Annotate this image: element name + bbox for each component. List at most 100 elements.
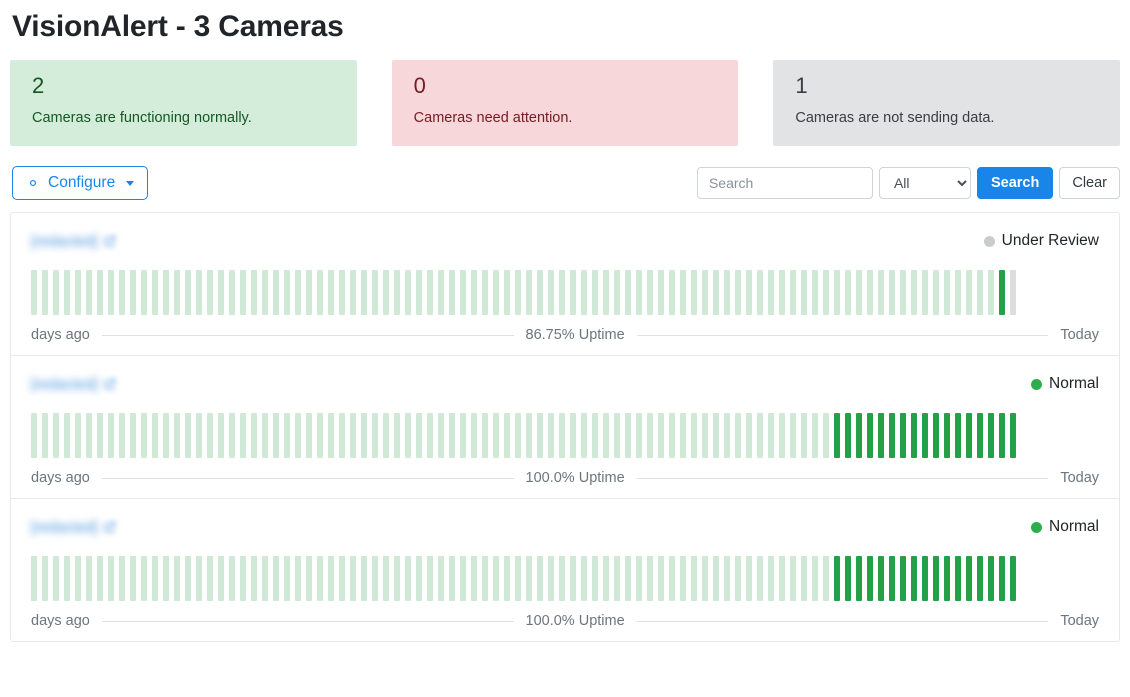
uptime-bar[interactable] [669, 270, 675, 315]
uptime-bar[interactable] [42, 270, 48, 315]
uptime-bar[interactable] [273, 556, 279, 601]
uptime-bar[interactable] [361, 270, 367, 315]
uptime-bar[interactable] [768, 270, 774, 315]
uptime-bar[interactable] [515, 270, 521, 315]
uptime-bar[interactable] [53, 556, 59, 601]
uptime-bar[interactable] [405, 413, 411, 458]
uptime-bar[interactable] [724, 556, 730, 601]
uptime-bar[interactable] [229, 270, 235, 315]
uptime-bar[interactable] [394, 413, 400, 458]
uptime-bar[interactable] [680, 413, 686, 458]
uptime-bar[interactable] [284, 556, 290, 601]
uptime-bar[interactable] [394, 270, 400, 315]
uptime-bar[interactable] [97, 270, 103, 315]
uptime-bar[interactable] [768, 556, 774, 601]
uptime-bar[interactable] [306, 413, 312, 458]
uptime-bar[interactable] [603, 556, 609, 601]
uptime-bar[interactable] [647, 270, 653, 315]
uptime-bar[interactable] [658, 270, 664, 315]
uptime-bar[interactable] [735, 413, 741, 458]
uptime-bar[interactable] [119, 413, 125, 458]
uptime-bar[interactable] [878, 270, 884, 315]
uptime-bar[interactable] [240, 556, 246, 601]
uptime-bar[interactable] [504, 270, 510, 315]
camera-name[interactable]: [redacted] [31, 376, 98, 393]
uptime-bar[interactable] [262, 270, 268, 315]
camera-link[interactable]: [redacted] [31, 233, 116, 250]
uptime-bar[interactable] [53, 270, 59, 315]
uptime-bar[interactable] [779, 556, 785, 601]
uptime-bar[interactable] [647, 556, 653, 601]
uptime-bar[interactable] [548, 270, 554, 315]
uptime-bar[interactable] [713, 556, 719, 601]
uptime-bar[interactable] [1010, 413, 1016, 458]
uptime-bar[interactable] [636, 270, 642, 315]
uptime-bar[interactable] [482, 413, 488, 458]
uptime-bar[interactable] [86, 556, 92, 601]
uptime-bar[interactable] [273, 413, 279, 458]
uptime-bar[interactable] [977, 413, 983, 458]
uptime-bar[interactable] [372, 270, 378, 315]
uptime-bar[interactable] [812, 556, 818, 601]
uptime-bar[interactable] [735, 270, 741, 315]
uptime-bar[interactable] [977, 556, 983, 601]
uptime-bar[interactable] [240, 413, 246, 458]
uptime-bar[interactable] [592, 413, 598, 458]
uptime-bar[interactable] [350, 270, 356, 315]
uptime-bar[interactable] [141, 270, 147, 315]
uptime-bar[interactable] [1010, 556, 1016, 601]
uptime-bar[interactable] [97, 556, 103, 601]
uptime-bar[interactable] [889, 413, 895, 458]
uptime-bar[interactable] [504, 556, 510, 601]
uptime-bar[interactable] [614, 556, 620, 601]
clear-button[interactable]: Clear [1059, 167, 1120, 199]
uptime-bar[interactable] [328, 413, 334, 458]
uptime-bar[interactable] [801, 556, 807, 601]
uptime-bar[interactable] [746, 413, 752, 458]
uptime-bar[interactable] [449, 270, 455, 315]
uptime-bar[interactable] [856, 556, 862, 601]
uptime-bar[interactable] [361, 413, 367, 458]
uptime-bar[interactable] [482, 270, 488, 315]
uptime-bar[interactable] [702, 413, 708, 458]
uptime-bar[interactable] [251, 270, 257, 315]
uptime-bar[interactable] [900, 413, 906, 458]
uptime-bar[interactable] [779, 270, 785, 315]
uptime-bar[interactable] [119, 556, 125, 601]
uptime-bar[interactable] [130, 556, 136, 601]
uptime-bar[interactable] [570, 556, 576, 601]
uptime-bar[interactable] [592, 556, 598, 601]
uptime-bar[interactable] [911, 413, 917, 458]
uptime-bar[interactable] [218, 556, 224, 601]
uptime-bar[interactable] [185, 270, 191, 315]
uptime-bar[interactable] [141, 556, 147, 601]
uptime-bar[interactable] [196, 556, 202, 601]
uptime-bar[interactable] [229, 556, 235, 601]
uptime-bar[interactable] [229, 413, 235, 458]
uptime-bar[interactable] [526, 556, 532, 601]
uptime-bar[interactable] [515, 556, 521, 601]
uptime-bar[interactable] [471, 556, 477, 601]
uptime-bar[interactable] [394, 556, 400, 601]
uptime-bar[interactable] [889, 270, 895, 315]
uptime-bar[interactable] [493, 556, 499, 601]
uptime-bar[interactable] [75, 556, 81, 601]
uptime-bar[interactable] [108, 556, 114, 601]
uptime-bar[interactable] [185, 413, 191, 458]
uptime-bar[interactable] [64, 413, 70, 458]
uptime-bar[interactable] [75, 270, 81, 315]
uptime-bar[interactable] [988, 270, 994, 315]
uptime-bar[interactable] [757, 270, 763, 315]
uptime-bar[interactable] [273, 270, 279, 315]
uptime-bar[interactable] [372, 556, 378, 601]
uptime-bar[interactable] [460, 556, 466, 601]
uptime-bar[interactable] [405, 556, 411, 601]
uptime-bar[interactable] [614, 270, 620, 315]
uptime-bar[interactable] [1010, 270, 1016, 315]
uptime-bar[interactable] [658, 556, 664, 601]
uptime-bar[interactable] [746, 556, 752, 601]
uptime-bar[interactable] [856, 270, 862, 315]
uptime-bar[interactable] [493, 413, 499, 458]
uptime-bar[interactable] [108, 270, 114, 315]
external-link-icon[interactable] [104, 235, 116, 247]
